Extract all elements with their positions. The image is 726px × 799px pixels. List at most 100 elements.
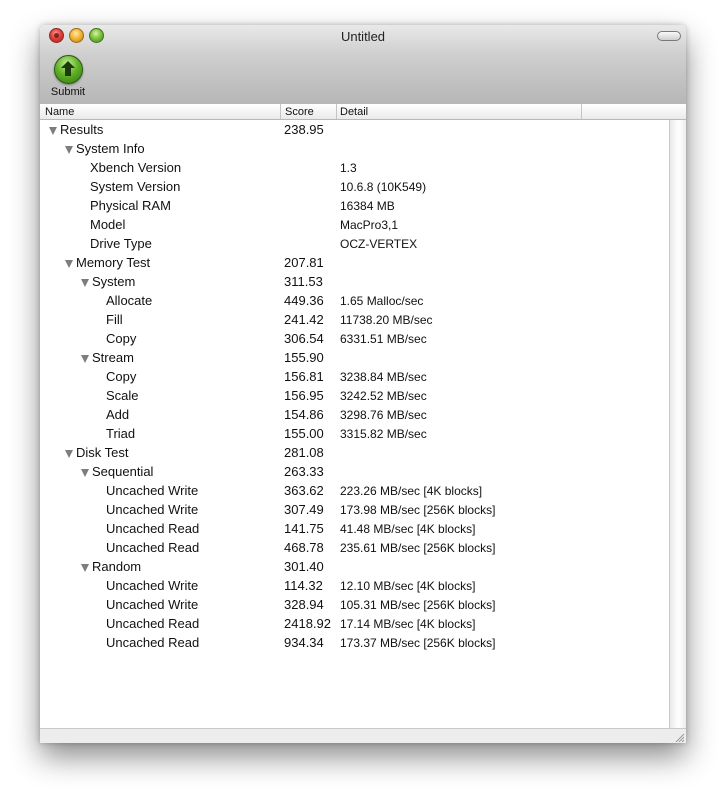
row-name: Triad [106, 426, 136, 441]
row-detail: 10.6.8 (10K549) [340, 180, 427, 194]
row-name: System [92, 274, 136, 289]
table-row[interactable]: Random 301.40 [40, 558, 669, 577]
row-detail: 1.3 [340, 161, 357, 175]
disclosure-triangle-icon[interactable] [81, 355, 89, 363]
column-header-score[interactable]: Score [285, 105, 314, 119]
row-detail: 41.48 MB/sec [4K blocks] [340, 522, 476, 536]
row-name: Uncached Write [106, 483, 199, 498]
bottom-bar [40, 728, 686, 743]
row-name: Drive Type [90, 236, 152, 251]
table-row[interactable]: Sequential 263.33 [40, 463, 669, 482]
vertical-scrollbar[interactable] [669, 120, 686, 728]
table-row[interactable]: Fill 241.42 11738.20 MB/sec [40, 311, 669, 330]
row-score: 141.75 [284, 521, 324, 536]
row-score: 281.08 [284, 445, 324, 460]
table-row[interactable]: System Info [40, 140, 669, 159]
row-score: 263.33 [284, 464, 324, 479]
row-score: 307.49 [284, 502, 324, 517]
table-row[interactable]: Results 238.95 [40, 121, 669, 140]
column-header-name[interactable]: Name [45, 105, 74, 119]
table-row[interactable]: Uncached Read 2418.92 17.14 MB/sec [4K blo… [40, 615, 669, 634]
table-row[interactable]: Add 154.86 3298.76 MB/sec [40, 406, 669, 425]
table-row[interactable]: Stream 155.90 [40, 349, 669, 368]
row-detail: 17.14 MB/sec [4K blocks] [340, 617, 476, 631]
row-name: Xbench Version [90, 160, 182, 175]
row-name: Uncached Write [106, 578, 199, 593]
disclosure-triangle-icon[interactable] [65, 450, 73, 458]
row-name: Model [90, 217, 126, 232]
row-name: Uncached Read [106, 616, 200, 631]
table-row[interactable]: Uncached Write 114.32 12.10 MB/sec [4K blo… [40, 577, 669, 596]
table-row[interactable]: Uncached Write 363.62 223.26 MB/sec [4K bl… [40, 482, 669, 501]
table-row[interactable]: Allocate 449.36 1.65 Malloc/sec [40, 292, 669, 311]
table-row[interactable]: Uncached Read 934.34 173.37 MB/sec [256K b… [40, 634, 669, 653]
table-row[interactable]: Model MacPro3,1 [40, 216, 669, 235]
row-detail: 11738.20 MB/sec [340, 313, 433, 327]
table-row[interactable]: Disk Test 281.08 [40, 444, 669, 463]
table-row[interactable]: Uncached Read 141.75 41.48 MB/sec [4K bloc… [40, 520, 669, 539]
row-name: Random [92, 559, 142, 574]
row-score: 363.62 [284, 483, 324, 498]
row-score: 311.53 [284, 274, 323, 289]
row-name: Copy [106, 331, 137, 346]
row-name: Physical RAM [90, 198, 171, 213]
disclosure-triangle-icon[interactable] [81, 469, 89, 477]
toolbar-toggle-button[interactable] [657, 31, 681, 41]
row-name: Uncached Write [106, 502, 199, 517]
row-score: 301.40 [284, 559, 324, 574]
row-detail: 1.65 Malloc/sec [340, 294, 424, 308]
row-detail: 3315.82 MB/sec [340, 427, 427, 441]
row-detail: 16384 MB [340, 199, 395, 213]
row-name: System Info [76, 141, 145, 156]
table-row[interactable]: System 311.53 [40, 273, 669, 292]
row-score: 114.32 [284, 578, 323, 593]
row-name: Allocate [106, 293, 153, 308]
submit-button[interactable]: Submit [46, 55, 90, 101]
disclosure-triangle-icon[interactable] [65, 146, 73, 154]
table-row[interactable]: System Version 10.6.8 (10K549) [40, 178, 669, 197]
column-divider[interactable] [280, 104, 281, 119]
row-score: 468.78 [284, 540, 324, 555]
results-outline-view[interactable]: Results 238.95 System Info Xbench Version 1.… [40, 120, 669, 728]
row-name: Uncached Read [106, 521, 200, 536]
row-name: Fill [106, 312, 123, 327]
table-row[interactable]: Drive Type OCZ-VERTEX [40, 235, 669, 254]
column-divider[interactable] [581, 104, 582, 119]
table-row[interactable]: Uncached Write 328.94 105.31 MB/sec [256K … [40, 596, 669, 615]
row-score: 155.90 [284, 350, 324, 365]
column-header-detail[interactable]: Detail [340, 105, 368, 119]
row-detail: 6331.51 MB/sec [340, 332, 427, 346]
table-row[interactable]: Copy 306.54 6331.51 MB/sec [40, 330, 669, 349]
row-name: Results [60, 122, 104, 137]
disclosure-triangle-icon[interactable] [49, 127, 57, 135]
row-name: Scale [106, 388, 139, 403]
row-detail: 12.10 MB/sec [4K blocks] [340, 579, 476, 593]
table-row[interactable]: Physical RAM 16384 MB [40, 197, 669, 216]
row-name: System Version [90, 179, 181, 194]
row-name: Add [106, 407, 130, 422]
disclosure-triangle-icon[interactable] [65, 260, 73, 268]
row-detail: 3298.76 MB/sec [340, 408, 427, 422]
row-detail: 3242.52 MB/sec [340, 389, 427, 403]
submit-label: Submit [50, 86, 86, 98]
table-row[interactable]: Xbench Version 1.3 [40, 159, 669, 178]
table-row[interactable]: Copy 156.81 3238.84 MB/sec [40, 368, 669, 387]
row-detail: 223.26 MB/sec [4K blocks] [340, 484, 483, 498]
row-name: Memory Test [76, 255, 151, 270]
table-row[interactable]: Uncached Write 307.49 173.98 MB/sec [256K … [40, 501, 669, 520]
disclosure-triangle-icon[interactable] [81, 279, 89, 287]
table-row[interactable]: Uncached Read 468.78 235.61 MB/sec [256K b… [40, 539, 669, 558]
row-score: 156.81 [284, 369, 324, 384]
resize-grip-icon[interactable] [674, 732, 684, 742]
row-name: Stream [92, 350, 134, 365]
row-score: 934.34 [284, 635, 324, 650]
row-name: Uncached Read [106, 540, 200, 555]
table-row[interactable]: Scale 156.95 3242.52 MB/sec [40, 387, 669, 406]
table-row[interactable]: Triad 155.00 3315.82 MB/sec [40, 425, 669, 444]
row-score: 238.95 [284, 122, 324, 137]
column-divider[interactable] [336, 104, 337, 119]
table-row[interactable]: Memory Test 207.81 [40, 254, 669, 273]
disclosure-triangle-icon[interactable] [81, 564, 89, 572]
row-detail: OCZ-VERTEX [340, 237, 418, 251]
row-detail: 235.61 MB/sec [256K blocks] [340, 541, 496, 555]
